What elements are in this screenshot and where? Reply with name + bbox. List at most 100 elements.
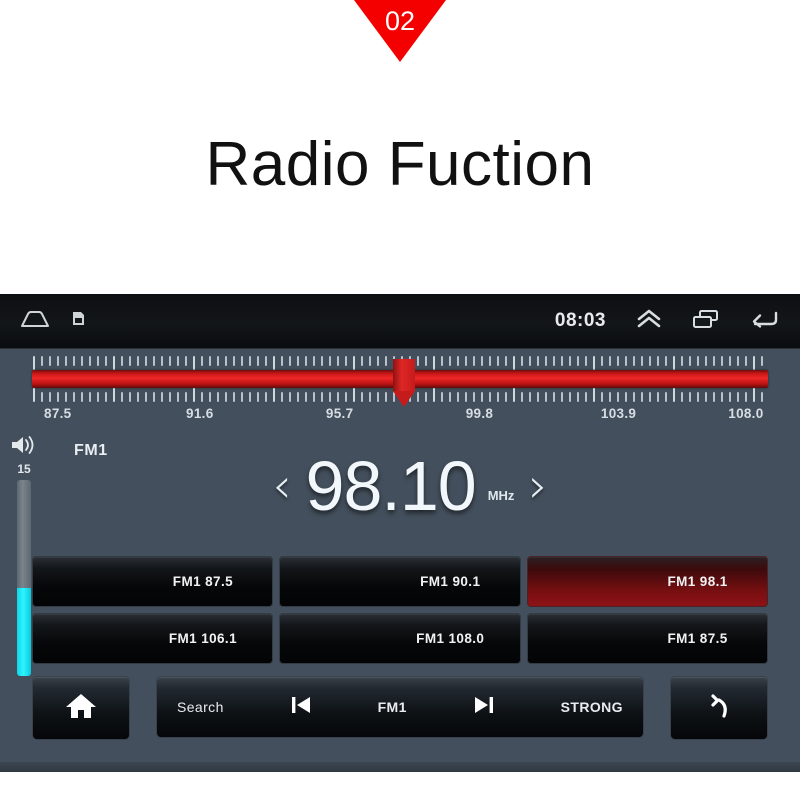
tuner-tick bbox=[337, 392, 339, 402]
tuner-tick bbox=[721, 392, 723, 402]
double-chevron-up-icon[interactable] bbox=[636, 309, 662, 334]
tuner-tick bbox=[537, 356, 539, 366]
frequency-tuner-scale[interactable] bbox=[32, 356, 768, 407]
tuner-tick bbox=[729, 392, 731, 402]
preset-label: FM1 106.1 bbox=[168, 631, 237, 646]
tuner-tick bbox=[137, 392, 139, 402]
return-button[interactable] bbox=[670, 676, 768, 740]
page-title: Radio Fuction bbox=[205, 130, 595, 199]
skip-next-icon[interactable] bbox=[471, 692, 497, 723]
tuner-tick bbox=[441, 356, 443, 366]
tuner-tick bbox=[257, 356, 259, 366]
tuner-tick bbox=[137, 356, 139, 366]
tuner-tick bbox=[745, 392, 747, 402]
tuner-tick bbox=[49, 356, 51, 366]
tuner-tick bbox=[497, 356, 499, 366]
sdcard-icon[interactable] bbox=[72, 311, 85, 331]
tuner-tick bbox=[241, 356, 243, 366]
tuner-tick bbox=[665, 392, 667, 402]
tuner-tick bbox=[281, 392, 283, 402]
preset-button[interactable]: FM1 106.1 bbox=[32, 613, 274, 664]
tuner-tick bbox=[81, 392, 83, 402]
tuner-tick bbox=[425, 356, 427, 366]
tuner-tick bbox=[713, 392, 715, 402]
tuner-tick bbox=[609, 392, 611, 402]
tuner-tick bbox=[721, 356, 723, 366]
tuner-tick bbox=[425, 392, 427, 402]
preset-button[interactable]: FM1 87.5 bbox=[32, 556, 274, 607]
tuner-tick bbox=[161, 356, 163, 366]
tuner-tick bbox=[225, 392, 227, 402]
tuner-tick bbox=[105, 356, 107, 366]
tuner-tick bbox=[113, 356, 115, 370]
tuner-tick bbox=[313, 356, 315, 366]
radio-controls-bar: Search FM1 STRONG bbox=[156, 676, 644, 738]
tuner-tick bbox=[321, 392, 323, 402]
tuner-tick bbox=[761, 356, 763, 366]
tuner-tick bbox=[305, 356, 307, 366]
tuner-tick bbox=[561, 392, 563, 402]
tuner-tick bbox=[529, 392, 531, 402]
home-outline-icon[interactable] bbox=[20, 310, 50, 333]
tuner-tick bbox=[737, 392, 739, 402]
skip-previous-icon[interactable] bbox=[288, 692, 314, 723]
band-button[interactable]: FM1 bbox=[378, 699, 407, 715]
prev-station-button[interactable]: ‹ bbox=[266, 462, 297, 510]
tuner-tick bbox=[65, 356, 67, 366]
tuner-tick bbox=[617, 392, 619, 402]
tuner-tick bbox=[673, 388, 675, 402]
tuner-tick bbox=[201, 356, 203, 366]
recent-apps-icon[interactable] bbox=[692, 309, 720, 334]
tuner-tick bbox=[497, 392, 499, 402]
strong-button[interactable]: STRONG bbox=[561, 699, 623, 715]
tuner-tick bbox=[681, 392, 683, 402]
bottom-toolbar: Search FM1 STRONG bbox=[32, 676, 768, 742]
tuner-tick bbox=[121, 356, 123, 366]
tuner-scale-label: 95.7 bbox=[325, 406, 354, 421]
tuner-tick bbox=[633, 392, 635, 402]
tuner-tick bbox=[361, 356, 363, 366]
tuner-tick bbox=[129, 356, 131, 366]
preset-button[interactable]: FM1 90.1 bbox=[279, 556, 521, 607]
preset-button[interactable]: FM1 87.5 bbox=[526, 613, 768, 664]
tuner-tick bbox=[513, 388, 515, 402]
tuner-tick bbox=[217, 392, 219, 402]
tuner-tick bbox=[657, 356, 659, 366]
tuner-tick bbox=[193, 388, 195, 402]
tuner-tick bbox=[729, 356, 731, 366]
tuner-tick bbox=[641, 392, 643, 402]
tuner-tick bbox=[625, 356, 627, 366]
screenshot-root: 02 Radio Fuction 08:03 87.5 91.6 95.7 99… bbox=[0, 0, 800, 800]
volume-slider-track[interactable] bbox=[17, 480, 31, 676]
tuner-tick bbox=[193, 356, 195, 370]
tuner-marker-handle[interactable] bbox=[393, 359, 416, 407]
tuner-tick bbox=[361, 392, 363, 402]
tuner-tick bbox=[73, 356, 75, 366]
tuner-tick bbox=[89, 356, 91, 366]
tuner-tick bbox=[601, 392, 603, 402]
tuner-tick bbox=[241, 392, 243, 402]
tuner-tick bbox=[313, 392, 315, 402]
tuner-scale-labels: 87.5 91.6 95.7 99.8 103.9 108.0 bbox=[32, 406, 768, 424]
search-button[interactable]: Search bbox=[177, 699, 224, 715]
tuner-tick bbox=[209, 392, 211, 402]
tuner-tick bbox=[537, 392, 539, 402]
back-arrow-icon[interactable] bbox=[750, 309, 778, 334]
preset-button[interactable]: FM1 98.1 bbox=[526, 556, 768, 607]
next-station-button[interactable]: › bbox=[522, 462, 553, 510]
status-bar-clock: 08:03 bbox=[554, 310, 606, 331]
tuner-tick bbox=[745, 356, 747, 366]
tuner-tick bbox=[233, 356, 235, 366]
tuner-tick bbox=[585, 356, 587, 366]
speaker-volume-icon[interactable] bbox=[10, 434, 38, 461]
preset-button[interactable]: FM1 108.0 bbox=[279, 613, 521, 664]
tuner-tick bbox=[121, 392, 123, 402]
tuner-tick bbox=[705, 392, 707, 402]
tuner-tick bbox=[57, 356, 59, 366]
tuner-tick bbox=[201, 392, 203, 402]
tuner-tick bbox=[449, 392, 451, 402]
tuner-tick bbox=[41, 392, 43, 402]
tuner-tick bbox=[337, 356, 339, 366]
tuner-tick bbox=[65, 392, 67, 402]
home-button[interactable] bbox=[32, 676, 130, 740]
